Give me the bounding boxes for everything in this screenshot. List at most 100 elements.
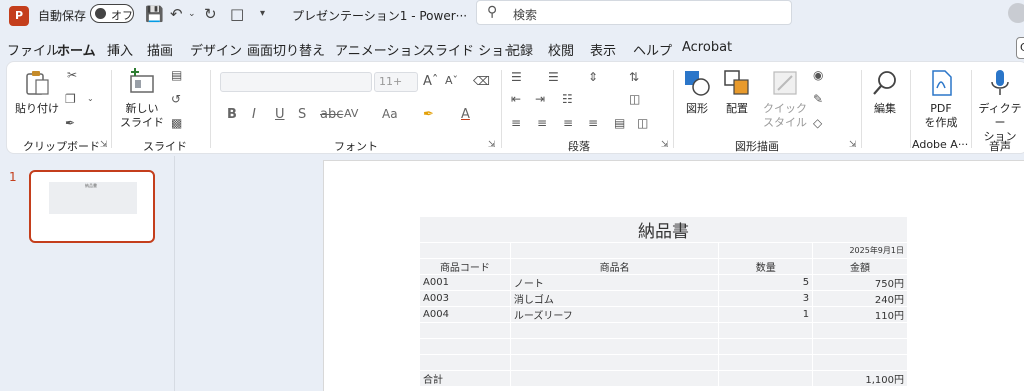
tab-file[interactable]: ファイル: [7, 40, 59, 59]
edit-button[interactable]: 編集: [867, 68, 903, 116]
font-color-icon[interactable]: A: [461, 107, 470, 122]
shadow-icon[interactable]: S: [298, 107, 306, 122]
tab-design[interactable]: デザイン: [190, 40, 242, 59]
tab-slideshow[interactable]: スライド ショー: [422, 40, 517, 59]
table-cell[interactable]: [509, 242, 720, 259]
tab-acrobat[interactable]: Acrobat: [682, 40, 732, 55]
item-amount[interactable]: 750円: [812, 274, 908, 291]
table-cell[interactable]: [419, 242, 511, 259]
header-code[interactable]: 商品コード: [419, 258, 511, 275]
slide-canvas[interactable]: 納品書 2025年9月1日 商品コード 商品名 数量 金額 A001 ノート 5…: [323, 160, 1024, 391]
save-icon[interactable]: 💾: [145, 4, 164, 24]
table-cell[interactable]: [812, 354, 908, 371]
strikethrough-icon[interactable]: abc: [320, 107, 343, 122]
change-case-icon[interactable]: Aa: [382, 107, 398, 121]
font-launcher-icon[interactable]: ⇲: [488, 140, 496, 150]
shape-fill-icon[interactable]: ◉: [813, 68, 823, 82]
tab-insert[interactable]: 挿入: [107, 40, 133, 59]
present-icon[interactable]: □: [230, 4, 244, 24]
header-name[interactable]: 商品名: [509, 258, 720, 275]
text-direction-icon[interactable]: ⇅: [629, 70, 639, 84]
table-cell[interactable]: [509, 370, 720, 387]
distributed-icon[interactable]: ▤: [614, 116, 625, 130]
autosave-toggle[interactable]: オフ: [90, 4, 134, 23]
item-code[interactable]: A001: [419, 274, 511, 291]
tab-animations[interactable]: アニメーション: [335, 40, 425, 59]
decrease-font-icon[interactable]: Aˇ: [445, 74, 458, 87]
table-cell[interactable]: [419, 354, 511, 371]
table-cell[interactable]: [509, 354, 720, 371]
tab-draw[interactable]: 描画: [147, 40, 173, 59]
new-slide-button[interactable]: 新しい スライド: [117, 68, 167, 130]
header-qty[interactable]: 数量: [718, 258, 814, 275]
tab-help[interactable]: ヘルプ: [633, 40, 672, 59]
shapes-button[interactable]: 図形: [679, 68, 715, 116]
table-cell[interactable]: [509, 322, 720, 339]
table-cell[interactable]: [718, 338, 814, 355]
quick-styles-button[interactable]: クイック スタイル: [761, 68, 809, 130]
align-text-icon[interactable]: ◫: [629, 92, 640, 106]
paste-button[interactable]: 貼り付け: [15, 68, 59, 116]
item-code[interactable]: A003: [419, 290, 511, 307]
table-cell[interactable]: [718, 354, 814, 371]
table-cell[interactable]: [812, 322, 908, 339]
item-qty[interactable]: 5: [718, 274, 814, 291]
increase-indent-icon[interactable]: ⇥: [535, 92, 545, 106]
justify-icon[interactable]: ≡: [588, 116, 598, 130]
redo-icon[interactable]: ↻: [204, 4, 217, 24]
shape-outline-icon[interactable]: ✎: [813, 92, 823, 106]
cut-icon[interactable]: ✂: [67, 68, 77, 82]
clipboard-launcher-icon[interactable]: ⇲: [100, 140, 108, 150]
line-spacing-icon[interactable]: ⇕: [588, 70, 598, 84]
tab-record[interactable]: 記録: [507, 40, 533, 59]
bold-icon[interactable]: B: [227, 107, 237, 122]
smartart-icon[interactable]: ◫: [637, 116, 648, 130]
comments-button[interactable]: C: [1016, 37, 1024, 59]
search-input[interactable]: ⚲ 検索: [476, 0, 792, 25]
item-amount[interactable]: 110円: [812, 306, 908, 323]
invoice-date[interactable]: 2025年9月1日: [812, 242, 908, 259]
table-cell[interactable]: [718, 370, 814, 387]
align-right-icon[interactable]: ≡: [563, 116, 573, 130]
bullets-icon[interactable]: ☰: [511, 70, 522, 84]
total-label[interactable]: 合計: [419, 370, 511, 387]
invoice-table[interactable]: 納品書 2025年9月1日 商品コード 商品名 数量 金額 A001 ノート 5…: [419, 216, 908, 387]
font-family-select[interactable]: [220, 72, 372, 92]
numbering-icon[interactable]: ☰: [548, 70, 559, 84]
item-amount[interactable]: 240円: [812, 290, 908, 307]
decrease-indent-icon[interactable]: ⇤: [511, 92, 521, 106]
table-cell[interactable]: [718, 242, 814, 259]
item-code[interactable]: A004: [419, 306, 511, 323]
paragraph-launcher-icon[interactable]: ⇲: [661, 140, 669, 150]
table-cell[interactable]: [718, 322, 814, 339]
item-name[interactable]: ルーズリーフ: [509, 306, 720, 323]
dictate-button[interactable]: ディクテー ション: [977, 68, 1023, 144]
avatar[interactable]: [1008, 3, 1024, 23]
font-size-select[interactable]: 11+: [374, 72, 418, 92]
undo-icon[interactable]: ↶: [170, 4, 183, 24]
undo-dropdown-icon[interactable]: ⌄: [188, 4, 196, 24]
invoice-title[interactable]: 納品書: [419, 216, 908, 243]
section-icon[interactable]: ▩: [171, 116, 182, 130]
arrange-button[interactable]: 配置: [719, 68, 755, 116]
format-painter-icon[interactable]: ✒: [65, 116, 75, 130]
total-amount[interactable]: 1,100円: [812, 370, 908, 387]
tab-transitions[interactable]: 画面切り替え: [247, 40, 325, 59]
copy-icon[interactable]: ❐: [65, 92, 76, 106]
columns-icon[interactable]: ☷: [562, 92, 573, 106]
create-pdf-button[interactable]: PDF を作成: [919, 68, 963, 130]
tab-home[interactable]: ホーム: [57, 40, 96, 64]
table-cell[interactable]: [509, 338, 720, 355]
underline-icon[interactable]: U: [275, 107, 285, 122]
tab-view[interactable]: 表示: [590, 40, 616, 59]
drawing-launcher-icon[interactable]: ⇲: [849, 140, 857, 150]
layout-icon[interactable]: ▤: [171, 68, 182, 82]
table-cell[interactable]: [419, 322, 511, 339]
char-spacing-icon[interactable]: AV: [344, 107, 358, 120]
item-name[interactable]: ノート: [509, 274, 720, 291]
table-cell[interactable]: [419, 338, 511, 355]
item-name[interactable]: 消しゴム: [509, 290, 720, 307]
tab-review[interactable]: 校閲: [548, 40, 574, 59]
align-left-icon[interactable]: ≡: [511, 116, 521, 130]
header-amount[interactable]: 金額: [812, 258, 908, 275]
